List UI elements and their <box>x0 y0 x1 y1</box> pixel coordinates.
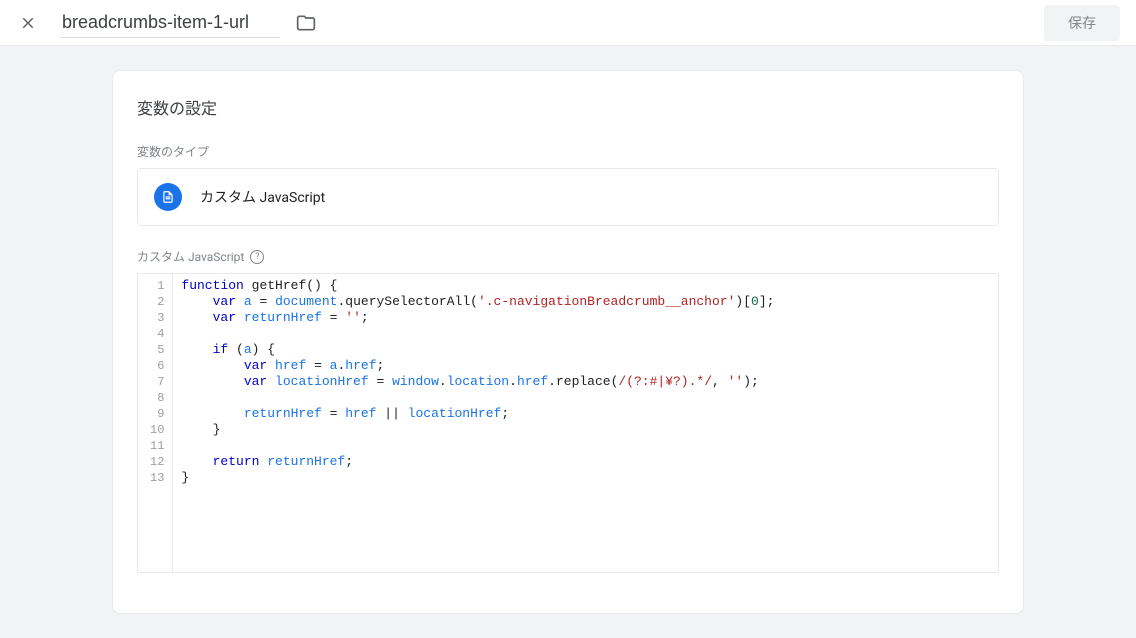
code-label: カスタム JavaScript ? <box>137 248 999 265</box>
variable-type-selector[interactable]: カスタム JavaScript <box>137 168 999 226</box>
code-label-text: カスタム JavaScript <box>137 248 244 265</box>
code-area[interactable]: function getHref() { var a = document.qu… <box>173 274 782 572</box>
variable-type-label: 変数のタイプ <box>137 143 999 160</box>
card-title: 変数の設定 <box>137 95 999 119</box>
document-icon <box>154 183 182 211</box>
code-editor[interactable]: 12345678910111213 function getHref() { v… <box>137 273 999 573</box>
code-gutter: 12345678910111213 <box>138 274 173 572</box>
help-icon[interactable]: ? <box>250 250 264 264</box>
topbar: 保存 <box>0 0 1136 46</box>
close-icon[interactable] <box>16 11 40 35</box>
variable-name-input[interactable] <box>60 8 280 38</box>
folder-icon[interactable] <box>296 13 316 33</box>
content: 変数の設定 変数のタイプ カスタム JavaScript カスタム JavaSc… <box>0 46 1136 638</box>
variable-type-value: カスタム JavaScript <box>200 187 325 207</box>
save-button[interactable]: 保存 <box>1044 5 1120 41</box>
variable-config-card: 変数の設定 変数のタイプ カスタム JavaScript カスタム JavaSc… <box>112 70 1024 614</box>
